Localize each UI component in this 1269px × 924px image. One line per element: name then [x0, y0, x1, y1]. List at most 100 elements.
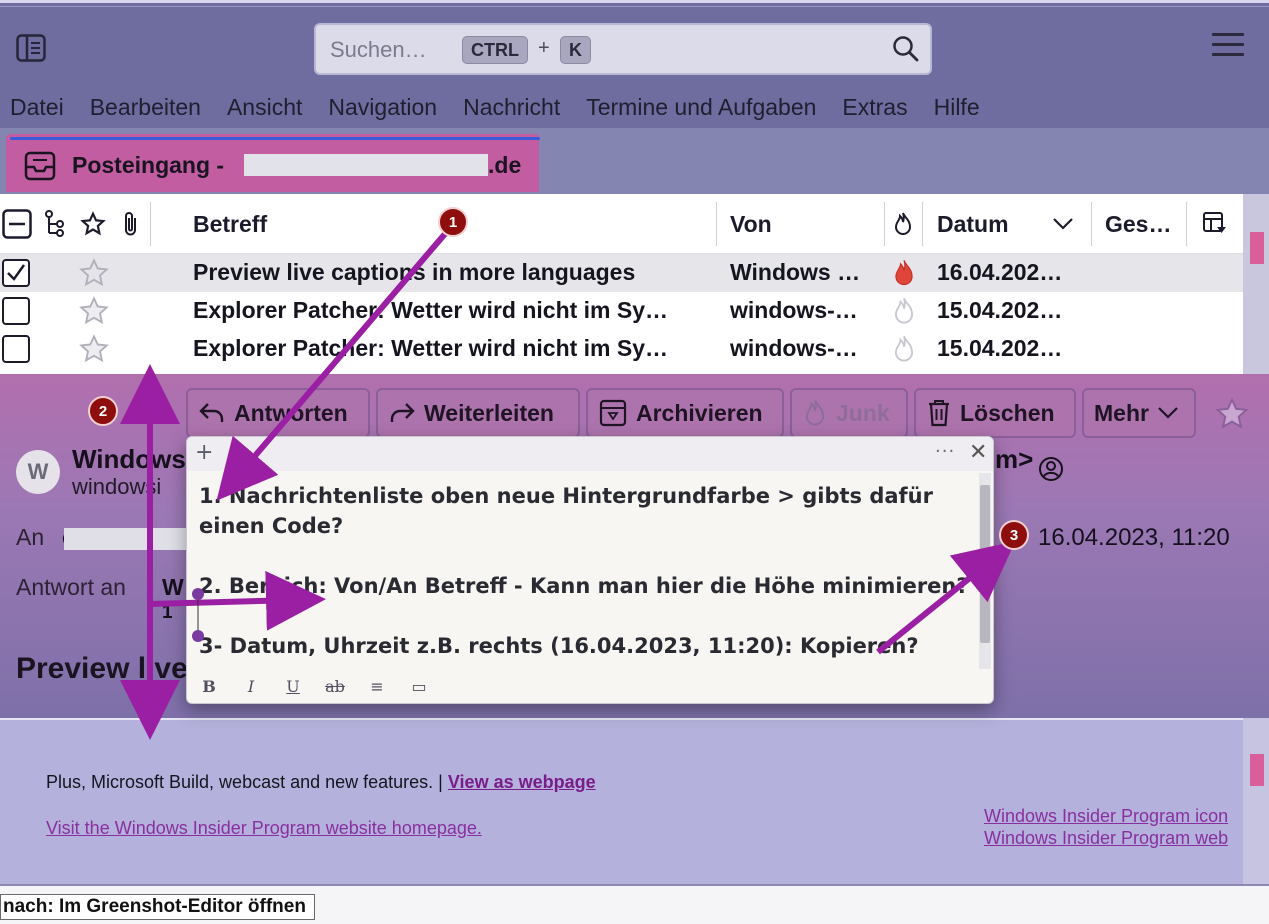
body-line: Plus, Microsoft Build, webcast and new f… [46, 772, 448, 792]
archive-label: Archivieren [636, 399, 763, 426]
row-from: windows-… [730, 335, 858, 361]
reply-to-fragment: W [162, 574, 184, 600]
star-icon[interactable] [78, 333, 110, 365]
top-bar: Suchen… CTRL + K [0, 0, 1269, 86]
note-line-3: 3- Datum, Uhrzeit z.B. rechts (16.04.202… [199, 634, 919, 658]
search-input[interactable]: Suchen… CTRL + K [314, 23, 932, 75]
note-scrollbar-thumb[interactable] [980, 485, 990, 643]
shortcut-key-ctrl: CTRL [462, 36, 528, 64]
starred-column[interactable] [80, 194, 106, 254]
search-icon[interactable] [892, 35, 920, 63]
menu-navigation[interactable]: Navigation [328, 94, 437, 121]
flame-hot-icon[interactable] [891, 258, 917, 288]
flame-icon[interactable] [891, 296, 917, 326]
row-checkbox[interactable] [2, 297, 30, 325]
body-scrollbar[interactable] [1243, 718, 1269, 884]
column-subject[interactable]: Betreff [193, 194, 267, 254]
sender-address[interactable]: windowsi [72, 474, 161, 500]
junk-label: Junk [836, 399, 890, 426]
underline-button[interactable]: U [283, 677, 303, 696]
menu-termine[interactable]: Termine und Aufgaben [586, 94, 816, 121]
star-icon[interactable] [78, 295, 110, 327]
reply-button[interactable]: Antworten [186, 388, 370, 438]
italic-button[interactable]: I [241, 677, 261, 696]
thread-column[interactable] [44, 194, 66, 254]
view-as-webpage-link[interactable]: View as webpage [448, 772, 596, 792]
list-button[interactable]: ≡ [367, 677, 387, 696]
avatar: W [16, 450, 60, 494]
app-menu-button[interactable] [1212, 33, 1244, 63]
row-from: windows-… [730, 297, 858, 323]
column-date[interactable]: Datum [937, 194, 1009, 254]
message-list-scrollbar[interactable] [1243, 194, 1269, 374]
row-date: 16.04.202… [937, 259, 1063, 285]
tab-active-indicator [10, 137, 540, 140]
select-all-checkbox[interactable] [2, 194, 32, 254]
note-menu-button[interactable]: ··· [935, 441, 955, 462]
row-subject: Preview live captions in more languages [193, 259, 636, 285]
menu-bearbeiten[interactable]: Bearbeiten [90, 94, 201, 121]
contact-icon[interactable] [1038, 456, 1064, 482]
scrollbar-thumb[interactable] [1250, 232, 1264, 264]
reply-icon [198, 401, 226, 425]
status-bar: nach: Im Greenshot-Editor öffnen [0, 884, 1269, 924]
menu-hilfe[interactable]: Hilfe [934, 94, 980, 121]
star-icon[interactable] [78, 257, 110, 289]
note-toolbar: B I U ab ≡ ▭ [187, 667, 993, 703]
scrollbar-thumb[interactable] [1250, 754, 1264, 786]
row-checkbox[interactable] [2, 335, 30, 363]
note-line-1: 1. Nachrichtenliste oben neue Hintergrun… [199, 484, 933, 538]
star-icon[interactable] [1214, 396, 1250, 432]
reply-to-label: Antwort an [16, 574, 126, 600]
attachment-column[interactable] [120, 194, 142, 254]
menu-datei[interactable]: Datei [10, 94, 64, 121]
row-checkbox[interactable] [2, 259, 30, 287]
reply-label: Antworten [234, 399, 348, 426]
note-content[interactable]: 1. Nachrichtenliste oben neue Hintergrun… [199, 481, 975, 661]
forward-label: Weiterleiten [424, 399, 554, 426]
row-subject: Explorer Patcher: Wetter wird nicht im S… [193, 335, 669, 361]
note-titlebar[interactable]: + ··· ✕ [187, 437, 993, 471]
more-button[interactable]: Mehr [1082, 388, 1196, 438]
table-row[interactable]: Preview live captions in more languages … [0, 254, 1243, 292]
menu-nachricht[interactable]: Nachricht [463, 94, 560, 121]
sidebar-toggle-button[interactable] [14, 31, 48, 65]
program-web-link[interactable]: Windows Insider Program web [984, 828, 1243, 849]
table-row[interactable]: Explorer Patcher: Wetter wird nicht im S… [0, 292, 1243, 330]
thread-icon [45, 210, 64, 237]
forward-button[interactable]: Weiterleiten [376, 388, 580, 438]
column-from[interactable]: Von [730, 194, 772, 254]
column-header: Betreff Von Datum Ges… [0, 194, 1243, 254]
trash-icon [926, 398, 952, 428]
table-row[interactable]: Explorer Patcher: Wetter wird nicht im S… [0, 330, 1243, 368]
close-icon[interactable]: ✕ [969, 440, 987, 465]
paperclip-icon [125, 212, 136, 236]
hamburger-icon [1212, 33, 1244, 36]
delete-button[interactable]: Löschen [914, 388, 1076, 438]
new-note-button[interactable]: + [195, 440, 213, 465]
sticky-note[interactable]: + ··· ✕ 1. Nachrichtenliste oben neue Hi… [186, 436, 994, 704]
junk-status-column[interactable] [892, 194, 914, 254]
image-button[interactable]: ▭ [409, 677, 429, 696]
menu-ansicht[interactable]: Ansicht [227, 94, 302, 121]
delete-label: Löschen [960, 399, 1055, 426]
column-size[interactable]: Ges… [1105, 194, 1171, 254]
reply-to-fragment-2: 1 [162, 602, 173, 623]
program-icon-link[interactable]: Windows Insider Program icon [984, 806, 1243, 827]
strikethrough-button[interactable]: ab [325, 677, 345, 696]
bold-button[interactable]: B [199, 677, 219, 696]
sort-chevron-down-icon[interactable] [1052, 194, 1074, 254]
forward-icon [388, 401, 416, 425]
sender-tail: m> [995, 444, 1034, 474]
column-picker-button[interactable] [1202, 194, 1228, 254]
more-label: Mehr [1094, 399, 1149, 426]
search-placeholder: Suchen… [330, 37, 427, 62]
junk-button[interactable]: Junk [790, 388, 908, 438]
menu-extras[interactable]: Extras [842, 94, 907, 121]
homepage-link[interactable]: Visit the Windows Insider Program websit… [46, 818, 482, 839]
tab-inbox[interactable]: Posteingang - .de [6, 134, 540, 192]
flame-icon[interactable] [891, 334, 917, 364]
archive-button[interactable]: Archivieren [586, 388, 784, 438]
sender-name[interactable]: Windows [72, 444, 186, 475]
note-scrollbar[interactable] [979, 473, 991, 669]
